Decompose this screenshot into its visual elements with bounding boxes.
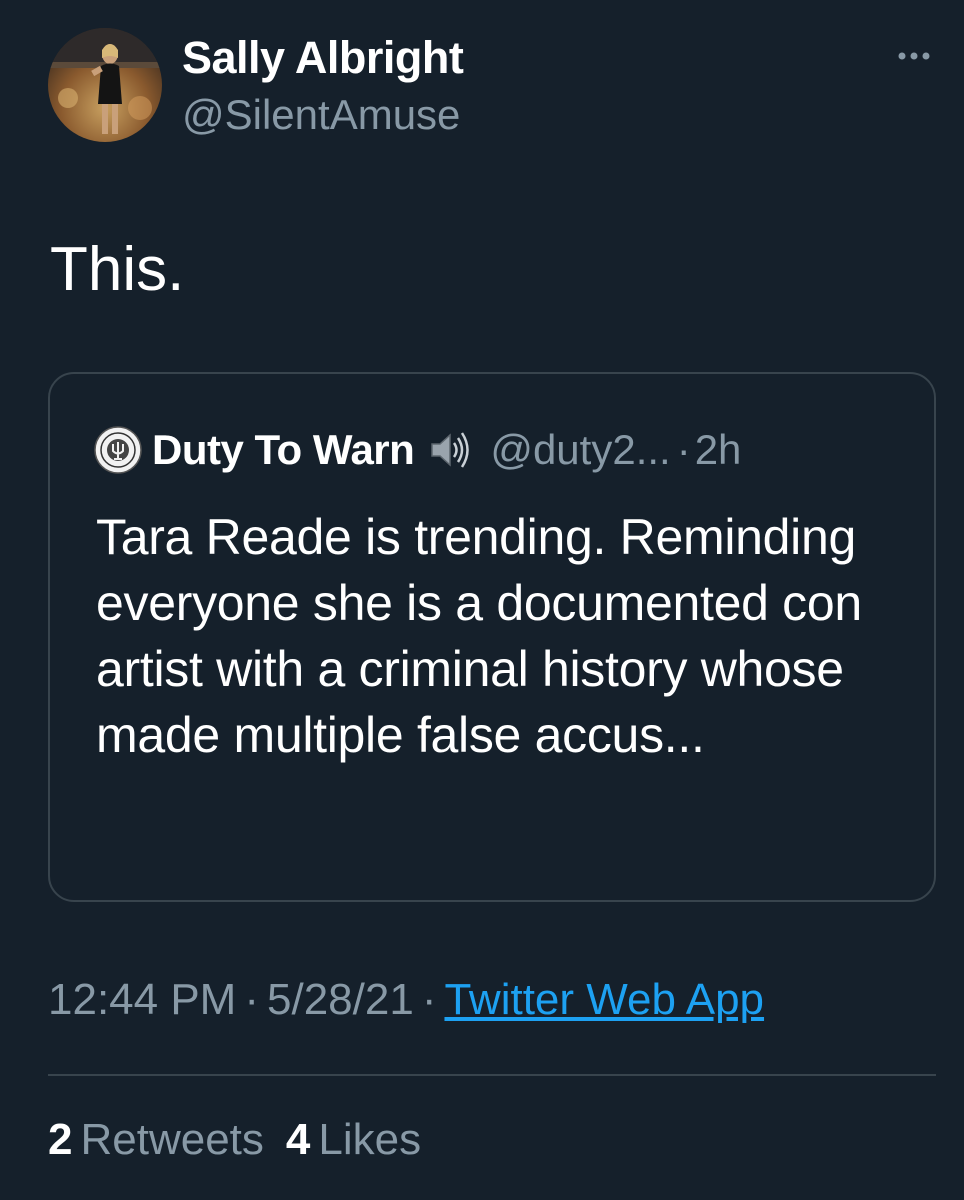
quoted-separator: · [676, 426, 691, 473]
tweet-metadata: 12:44 PM · 5/28/21 · Twitter Web App [48, 970, 764, 1030]
quoted-tweet[interactable]: Duty To Warn @duty2... · 2h Tara Reade i… [48, 372, 936, 902]
retweets-count: 2 [48, 1115, 73, 1164]
tweet-date[interactable]: 5/28/21 [267, 975, 414, 1024]
tweet-source-link[interactable]: Twitter Web App [444, 975, 764, 1024]
likes-stat[interactable]: 4 Likes [286, 1110, 421, 1170]
likes-label: Likes [318, 1115, 422, 1164]
author-display-name[interactable]: Sally Albright [182, 30, 464, 86]
tweet-time[interactable]: 12:44 PM [48, 975, 236, 1024]
divider [48, 1074, 936, 1076]
quoted-display-name: Duty To Warn [152, 426, 415, 473]
tweet-stats: 2 Retweets 4 Likes [48, 1110, 421, 1170]
retweets-stat[interactable]: 2 Retweets [48, 1110, 264, 1170]
likes-count: 4 [285, 1115, 311, 1164]
meta-separator: · [244, 975, 259, 1024]
quoted-timestamp[interactable]: 2h [695, 426, 742, 474]
meta-separator: · [421, 975, 437, 1024]
tweet-header: Sally Albright @SilentAmuse [48, 28, 936, 146]
author-avatar[interactable] [48, 28, 162, 142]
quoted-tweet-text: Tara Reade is trending. Reminding everyo… [96, 509, 862, 763]
quoted-handle: @duty2... [490, 426, 671, 473]
author-names[interactable]: Sally Albright @SilentAmuse [182, 30, 464, 142]
tweet-text: This. [50, 235, 185, 304]
speaker-icon [426, 427, 472, 473]
quoted-author-avatar[interactable] [94, 426, 142, 474]
quoted-tweet-header: Duty To Warn @duty2... · 2h [94, 420, 741, 480]
author-handle[interactable]: @SilentAmuse [182, 88, 463, 142]
retweets-label: Retweets [80, 1115, 264, 1164]
more-horizontal-icon[interactable] [892, 34, 936, 78]
